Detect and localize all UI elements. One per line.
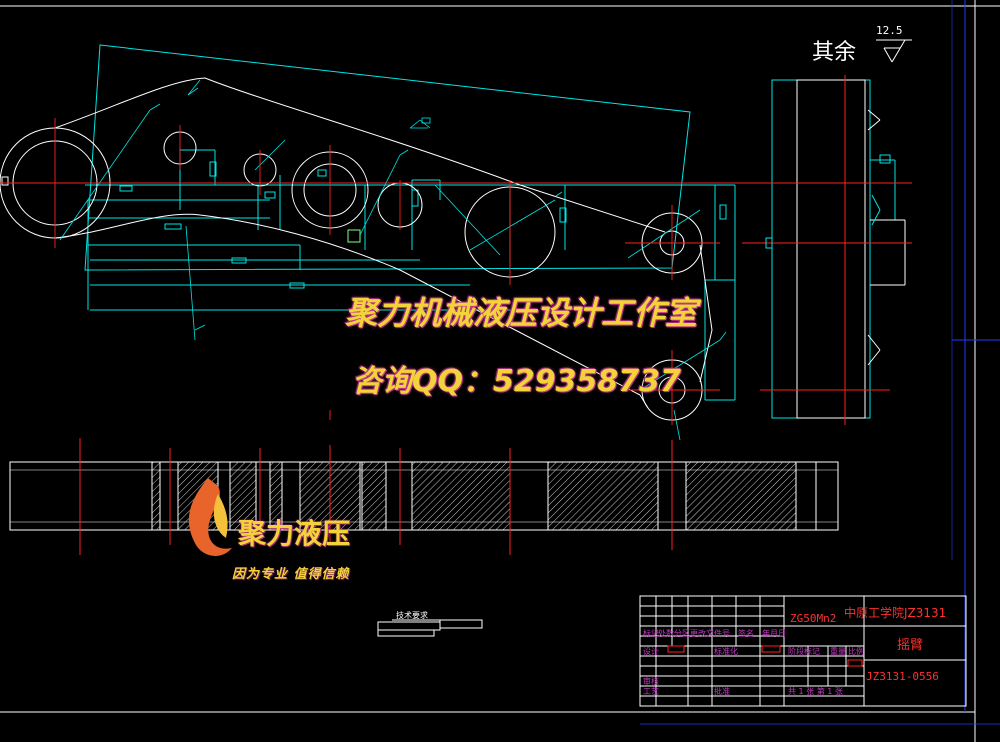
side-view: [742, 75, 912, 425]
title-block-part-name: 摇臂: [897, 638, 924, 653]
title-block-row-header-6: 年月日: [762, 629, 786, 638]
title-block-row-header-5: 签名: [738, 629, 754, 638]
title-block-stage-label: 阶段标记: [788, 647, 820, 656]
logo-text: 聚力液压: [238, 517, 351, 550]
roughness-value: 12.5: [876, 24, 903, 37]
title-block-process-label: 工艺: [643, 687, 659, 696]
title-block-row-header-2: 处数: [658, 629, 674, 638]
main-view-housing: [84, 44, 736, 401]
title-block-school: 中原工学院JZ3131: [844, 606, 947, 620]
roughness-label: 其余: [812, 40, 857, 65]
title-block-row-header-4: 更改文件号: [690, 629, 730, 638]
title-block-material: ZG50Mn2: [790, 612, 837, 625]
section-view: [9, 438, 839, 555]
roughness-symbol: [876, 39, 912, 63]
title-block-sheets-label: 共 1 张 第 1 张: [788, 687, 843, 696]
title-block-standardize-label: 标准化: [714, 647, 738, 656]
logo-slogan: 因为专业 值得信赖: [232, 567, 350, 582]
title-block-approve-label: 批准: [714, 687, 730, 696]
title-block-scale-label: 比例: [848, 647, 864, 656]
tech-req-box: [377, 619, 483, 637]
title-block-row-header-3: 分区: [674, 629, 690, 638]
title-block-row-header-1: 标记: [643, 629, 659, 638]
title-block-weight-label: 重量: [830, 647, 846, 656]
watermark-studio-name: 聚力机械液压设计工作室: [345, 294, 698, 332]
title-block-design-label: 设计: [643, 647, 659, 656]
watermark-contact: 咨询QQ：529358737: [352, 364, 681, 399]
title-block-drawing-code: JZ3131-0556: [866, 670, 939, 683]
technical-requirements-label: 技术要求: [396, 611, 428, 620]
